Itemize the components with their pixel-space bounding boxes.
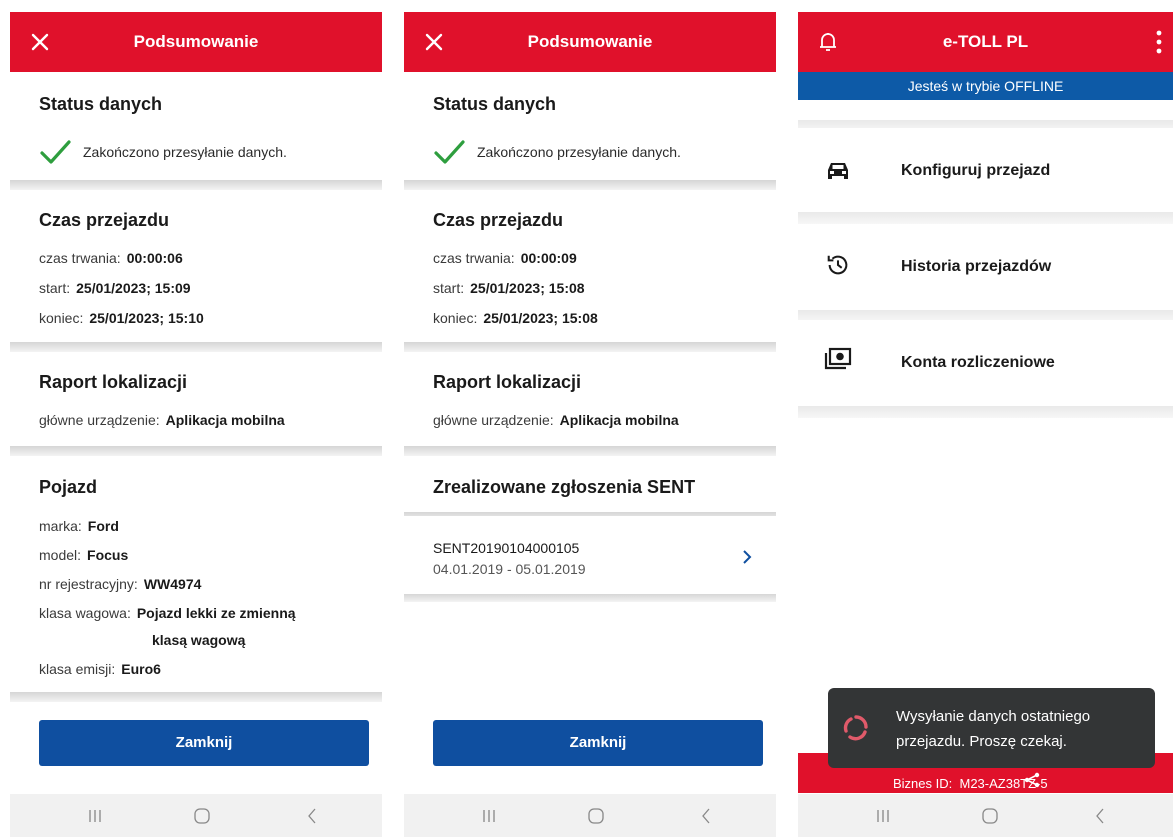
divider	[10, 342, 382, 352]
menu-item-configure-trip[interactable]: Konfiguruj przejazd	[798, 128, 1173, 216]
time-heading: Czas przejazdu	[39, 210, 170, 230]
back-icon[interactable]	[1090, 806, 1110, 826]
duration-row: czas trwania: 00:00:06	[39, 250, 183, 266]
top-app-bar: Podsumowanie	[404, 12, 776, 72]
menu-item-billing-accounts[interactable]: Konta rozliczeniowe	[798, 320, 1173, 408]
check-icon	[40, 140, 71, 164]
start-row: start: 25/01/2023; 15:09	[39, 280, 191, 296]
location-heading: Raport lokalizacji	[39, 372, 188, 392]
divider	[10, 692, 382, 702]
system-nav-bar	[798, 794, 1173, 837]
location-heading: Raport lokalizacji	[433, 372, 582, 392]
end-row: koniec: 25/01/2023; 15:08	[433, 310, 598, 326]
system-nav-bar	[10, 794, 382, 837]
summary-screen-2: Podsumowanie Status danych Zakończono pr…	[404, 12, 776, 837]
duration-row: czas trwania: 00:00:09	[433, 250, 577, 266]
start-row: start: 25/01/2023; 15:08	[433, 280, 585, 296]
share-icon[interactable]	[1024, 772, 1040, 788]
menu-item-label: Konfiguruj przejazd	[901, 162, 1051, 179]
car-icon	[828, 163, 848, 179]
recent-apps-icon[interactable]	[85, 806, 105, 826]
registration-row: nr rejestracyjny: WW4974	[39, 576, 202, 592]
top-app-bar: Podsumowanie	[10, 12, 382, 72]
home-icon[interactable]	[980, 806, 1000, 826]
weight-class-row: klasa wagowa: Pojazd lekki ze zmienną	[39, 605, 296, 621]
sent-code: SENT20190104000105	[433, 540, 580, 556]
vehicle-heading: Pojazd	[39, 477, 98, 497]
divider	[404, 342, 776, 352]
history-icon	[827, 255, 848, 275]
offline-banner: Jesteś w trybie OFFLINE	[798, 72, 1173, 100]
status-heading: Status danych	[433, 94, 557, 114]
home-icon[interactable]	[586, 806, 606, 826]
system-nav-bar	[404, 794, 776, 837]
upload-toast: Wysyłanie danych ostatniego przejazdu. P…	[828, 688, 1155, 768]
back-icon[interactable]	[302, 806, 322, 826]
page-title: Podsumowanie	[133, 32, 259, 51]
emission-row: klasa emisji: Euro6	[39, 661, 161, 677]
app-title: e-TOLL PL	[942, 32, 1029, 51]
menu-item-label: Konta rozliczeniowe	[901, 354, 1055, 371]
status-heading: Status danych	[39, 94, 163, 114]
toast-message: Wysyłanie danych ostatniego przejazdu. P…	[896, 708, 1091, 750]
sent-list-item[interactable]: SENT20190104000105 04.01.2019 - 05.01.20…	[404, 516, 776, 594]
status-text: Zakończono przesyłanie danych.	[477, 144, 681, 160]
menu-item-trip-history[interactable]: Historia przejazdów	[798, 224, 1173, 312]
model-row: model: Focus	[39, 547, 129, 563]
chevron-right-icon	[743, 550, 752, 564]
home-icon[interactable]	[192, 806, 212, 826]
divider	[404, 446, 776, 456]
home-screen: e-TOLL PL Jesteś w trybie OFFLINE Konfig…	[798, 12, 1173, 837]
more-vert-icon[interactable]	[1153, 28, 1165, 56]
check-icon	[434, 140, 465, 164]
page-title: Podsumowanie	[527, 32, 653, 51]
divider	[404, 594, 776, 602]
divider	[798, 212, 1173, 224]
close-button[interactable]: Zamknij	[433, 720, 763, 766]
back-icon[interactable]	[696, 806, 716, 826]
app-logo-icon	[843, 715, 868, 741]
divider	[404, 180, 776, 190]
menu-item-label: Historia przejazdów	[901, 258, 1052, 275]
status-text: Zakończono przesyłanie danych.	[83, 144, 287, 160]
divider	[10, 446, 382, 456]
recent-apps-icon[interactable]	[479, 806, 499, 826]
make-row: marka: Ford	[39, 518, 119, 534]
money-icon	[824, 347, 852, 370]
time-heading: Czas przejazdu	[433, 210, 564, 230]
sent-heading: Zrealizowane zgłoszenia SENT	[433, 477, 696, 497]
divider	[10, 180, 382, 190]
device-row: główne urządzenie: Aplikacja mobilna	[433, 412, 679, 428]
recent-apps-icon[interactable]	[873, 806, 893, 826]
end-row: koniec: 25/01/2023; 15:10	[39, 310, 204, 326]
divider	[798, 406, 1173, 418]
close-button[interactable]: Zamknij	[39, 720, 369, 766]
weight-class-row-cont: klasą wagową	[152, 632, 246, 648]
top-app-bar: e-TOLL PL	[798, 12, 1173, 72]
device-row: główne urządzenie: Aplikacja mobilna	[39, 412, 285, 428]
sent-dates: 04.01.2019 - 05.01.2019	[433, 561, 586, 577]
summary-screen-1: Podsumowanie Status danych Zakończono pr…	[10, 12, 382, 837]
